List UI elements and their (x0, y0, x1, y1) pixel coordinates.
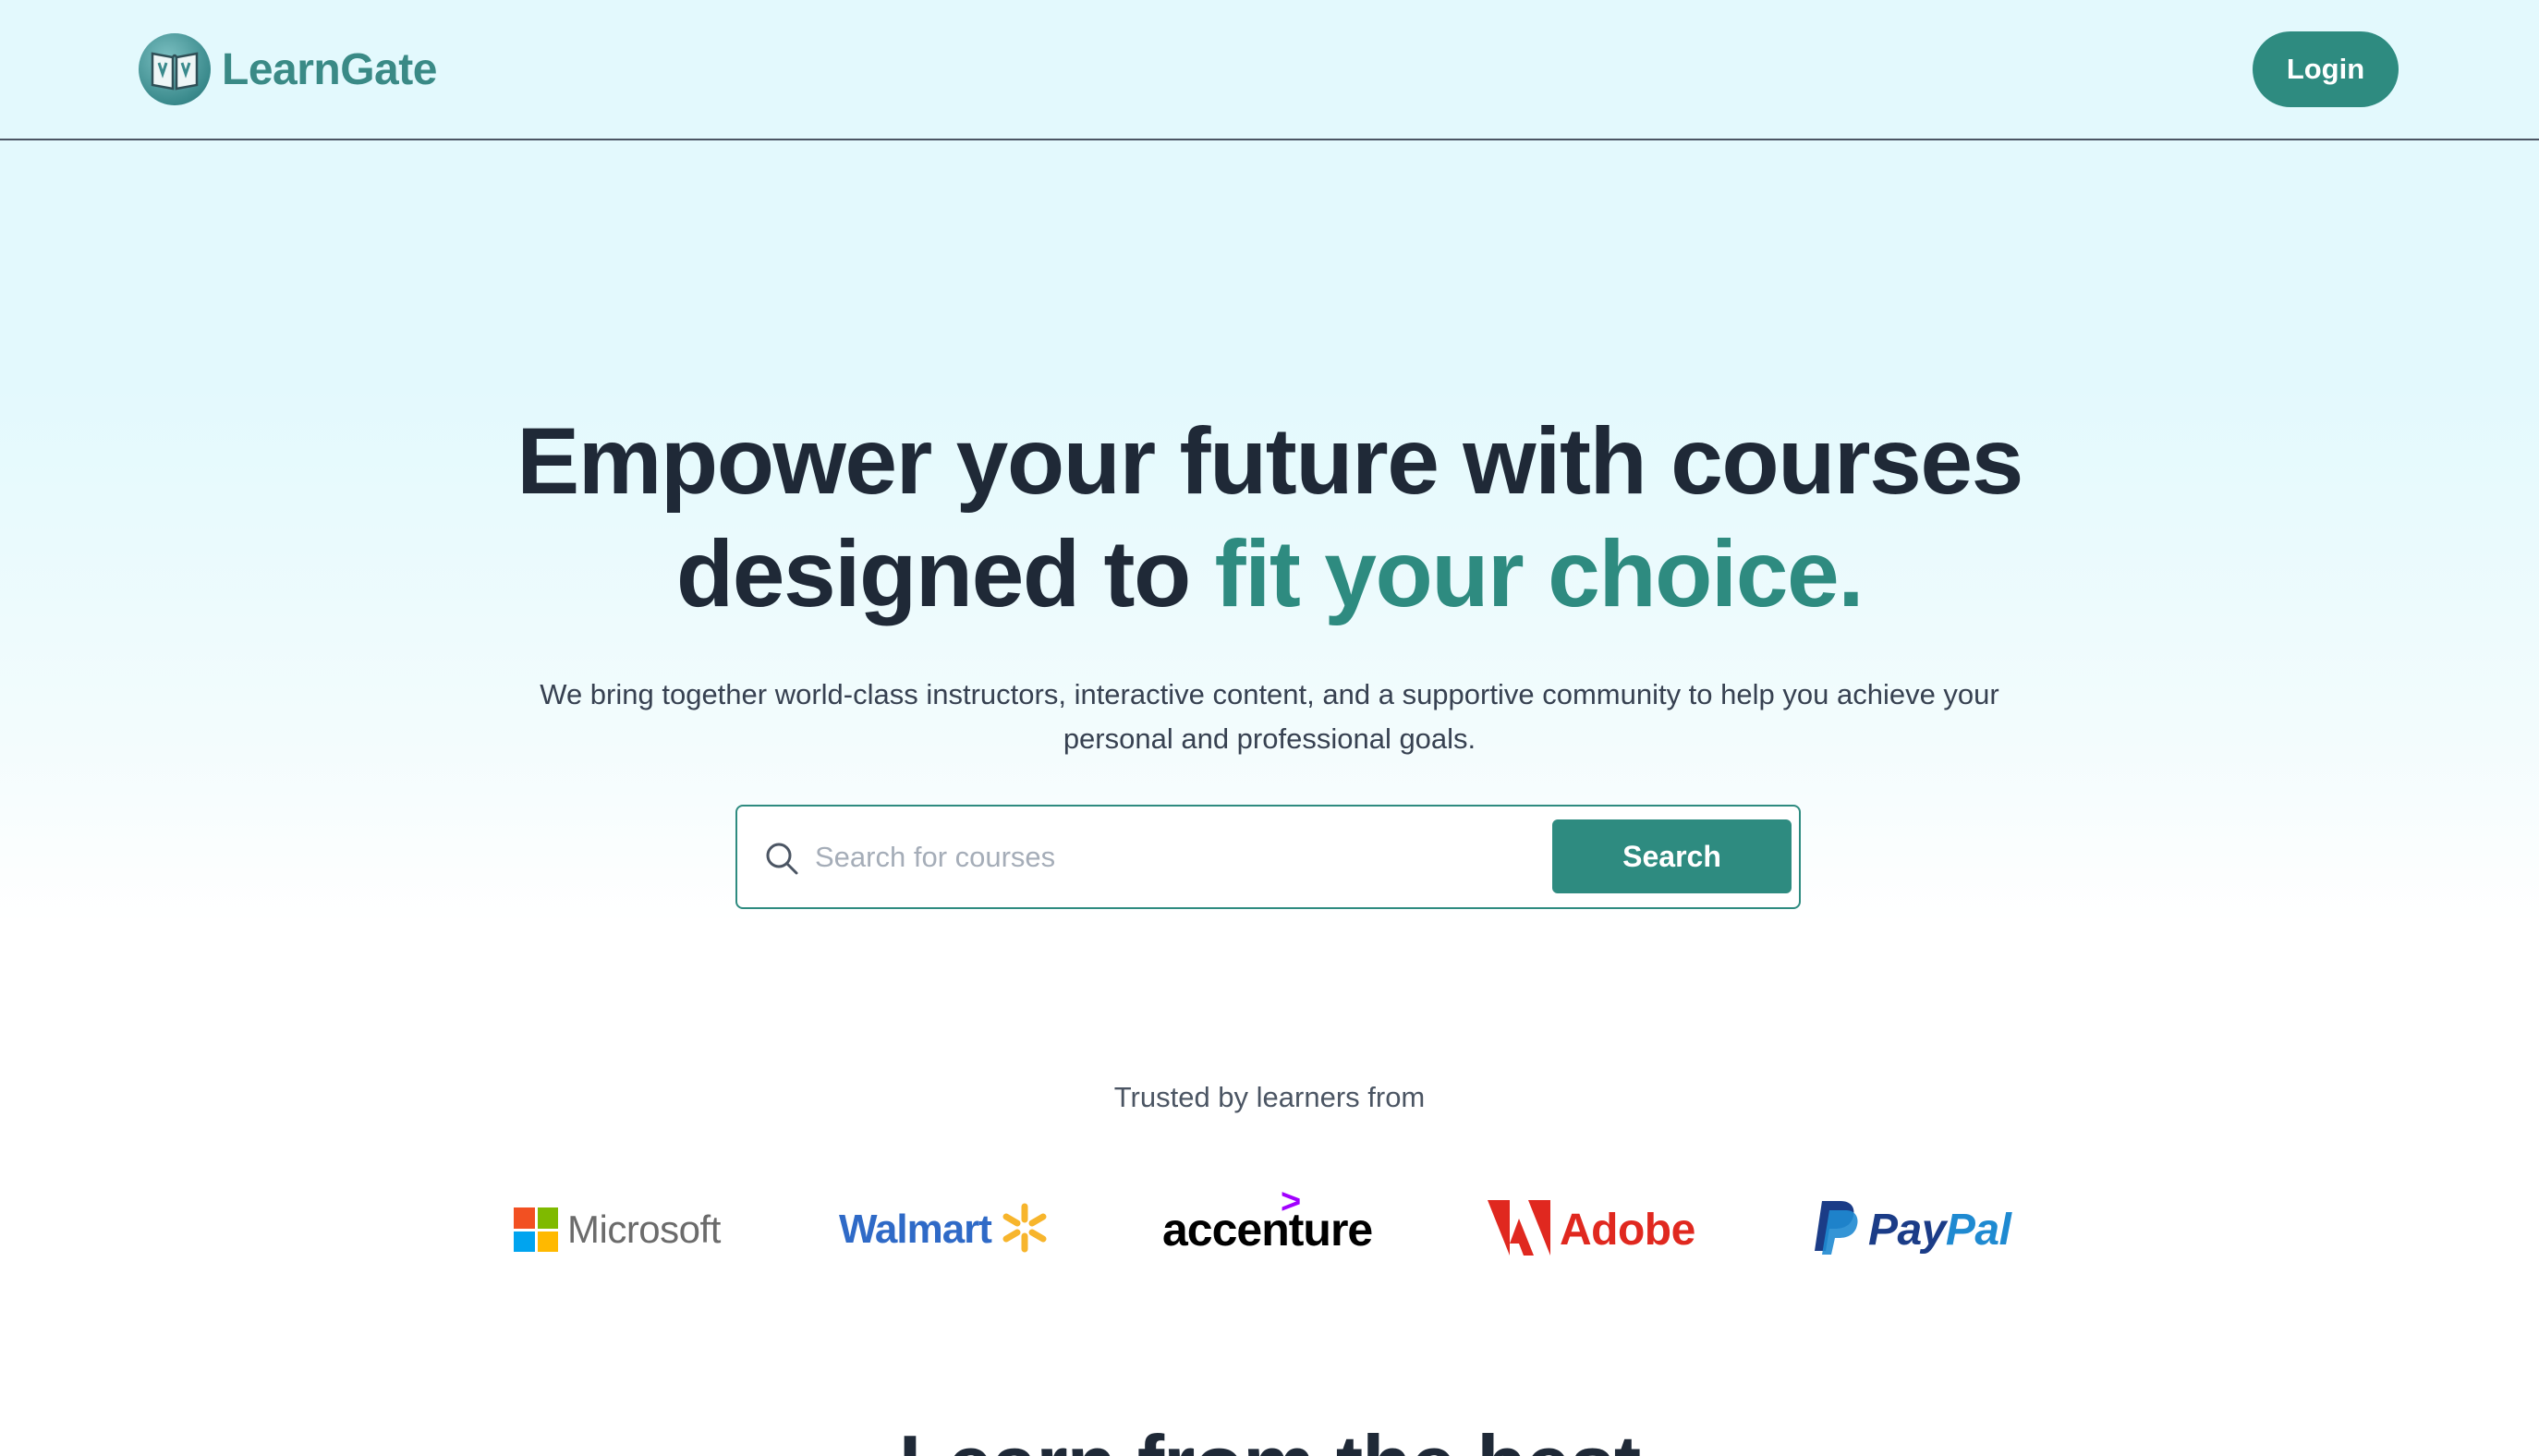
walmart-spark-icon (1001, 1201, 1049, 1259)
walmart-logo: Walmart (839, 1197, 1049, 1262)
adobe-wordmark: Adobe (1560, 1205, 1695, 1255)
paypal-p-icon (1813, 1199, 1859, 1261)
hero-subtitle: We bring together world-class instructor… (540, 678, 1999, 755)
logo-link[interactable]: LearnGate (139, 31, 437, 107)
microsoft-logo: Microsoft (514, 1197, 721, 1262)
search-input[interactable] (815, 827, 1517, 888)
adobe-a-icon (1488, 1199, 1550, 1260)
login-button[interactable]: Login (2253, 31, 2399, 107)
accenture-wordmark-wrap: > accenture (1162, 1183, 1373, 1256)
accenture-wordmark: accenture (1162, 1204, 1373, 1256)
paypal-wordmark-pay: Pay (1868, 1205, 1946, 1255)
search-icon (763, 840, 800, 877)
hero-title-line1: Empower your future with courses (516, 408, 2023, 514)
accenture-chevron-icon: > (1281, 1183, 1302, 1221)
walmart-wordmark: Walmart (839, 1207, 992, 1252)
adobe-logo: Adobe (1488, 1197, 1695, 1262)
microsoft-wordmark: Microsoft (567, 1207, 721, 1251)
trusted-by-label: Trusted by learners from (1113, 1081, 1426, 1113)
course-search-bar: Search (735, 805, 1801, 909)
top-navbar: LearnGate Login (0, 0, 2539, 140)
search-button[interactable]: Search (1552, 819, 1792, 893)
hero-title-accent: fit your choice. (1214, 521, 1865, 626)
paypal-logo: PayPal (1813, 1197, 2011, 1262)
next-section-heading: Learn from the best (808, 1417, 1731, 1456)
paypal-wordmark-pal: Pal (1945, 1205, 2011, 1255)
book-logo-icon (139, 33, 211, 105)
paypal-wordmark: PayPal (1868, 1205, 2011, 1256)
hero-title: Empower your future with courses designe… (346, 405, 2193, 630)
microsoft-grid-icon (514, 1207, 558, 1252)
accenture-logo: > accenture (1162, 1183, 1373, 1262)
logo-text: LearnGate (222, 44, 437, 94)
hero-title-line2: designed to (675, 521, 1215, 626)
